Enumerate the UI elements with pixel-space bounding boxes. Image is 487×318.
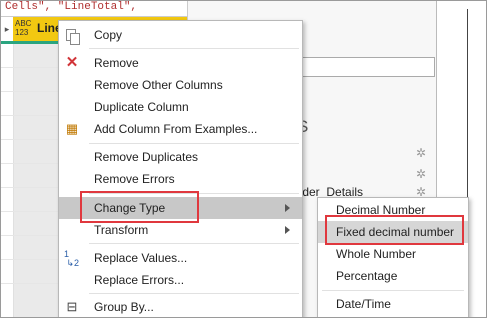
- menu-item-replace-values[interactable]: 1 ↳2 Replace Values...: [59, 247, 302, 269]
- menu-item-copy[interactable]: Copy: [59, 24, 302, 46]
- step-settings-gear-icon[interactable]: ✲: [416, 146, 426, 160]
- menu-item-remove-errors[interactable]: Remove Errors: [59, 168, 302, 190]
- menu-item-remove[interactable]: ✕ Remove: [59, 52, 302, 74]
- menu-item-duplicate-column[interactable]: Duplicate Column: [59, 96, 302, 118]
- copy-icon: [66, 29, 80, 45]
- replace-values-icon: 1 ↳2: [64, 249, 80, 268]
- menu-separator: [322, 290, 464, 291]
- column-divider: [13, 44, 14, 317]
- chevron-right-icon: [285, 226, 290, 234]
- menu-separator: [89, 293, 299, 294]
- selected-column-cells[interactable]: [13, 44, 59, 317]
- menu-item-group-by[interactable]: ⊟ Group By...: [59, 296, 302, 317]
- submenu-item-date-time[interactable]: Date/Time: [318, 293, 468, 315]
- chevron-right-icon: [285, 204, 290, 212]
- menu-item-remove-other-columns[interactable]: Remove Other Columns: [59, 74, 302, 96]
- submenu-item-whole-number[interactable]: Whole Number: [318, 243, 468, 265]
- fixed-decimal-highlight: [325, 215, 464, 245]
- step-settings-gear-icon[interactable]: ✲: [416, 167, 426, 181]
- group-by-icon: ⊟: [66, 299, 78, 314]
- data-type-abc123-icon[interactable]: ABC 123: [15, 19, 31, 37]
- column-context-menu: Copy ✕ Remove Remove Other Columns Dupli…: [58, 20, 303, 317]
- menu-item-replace-errors[interactable]: Replace Errors...: [59, 269, 302, 291]
- menu-separator: [89, 143, 299, 144]
- menu-separator: [89, 243, 299, 244]
- menu-item-remove-duplicates[interactable]: Remove Duplicates: [59, 146, 302, 168]
- formula-bar[interactable]: Cells", "LineTotal",: [1, 1, 187, 17]
- submenu-item-percentage[interactable]: Percentage: [318, 265, 468, 287]
- remove-icon: ✕: [65, 54, 79, 71]
- query-name-input[interactable]: [301, 57, 435, 77]
- add-column-from-examples-icon: ▦: [65, 121, 79, 136]
- menu-item-add-column-from-examples[interactable]: ▦ Add Column From Examples...: [59, 118, 302, 140]
- power-query-editor: Cells", "LineTotal", ▸ ABC123 Line S ✲ ✲…: [0, 0, 487, 318]
- change-type-highlight: [80, 191, 199, 223]
- menu-separator: [89, 48, 299, 49]
